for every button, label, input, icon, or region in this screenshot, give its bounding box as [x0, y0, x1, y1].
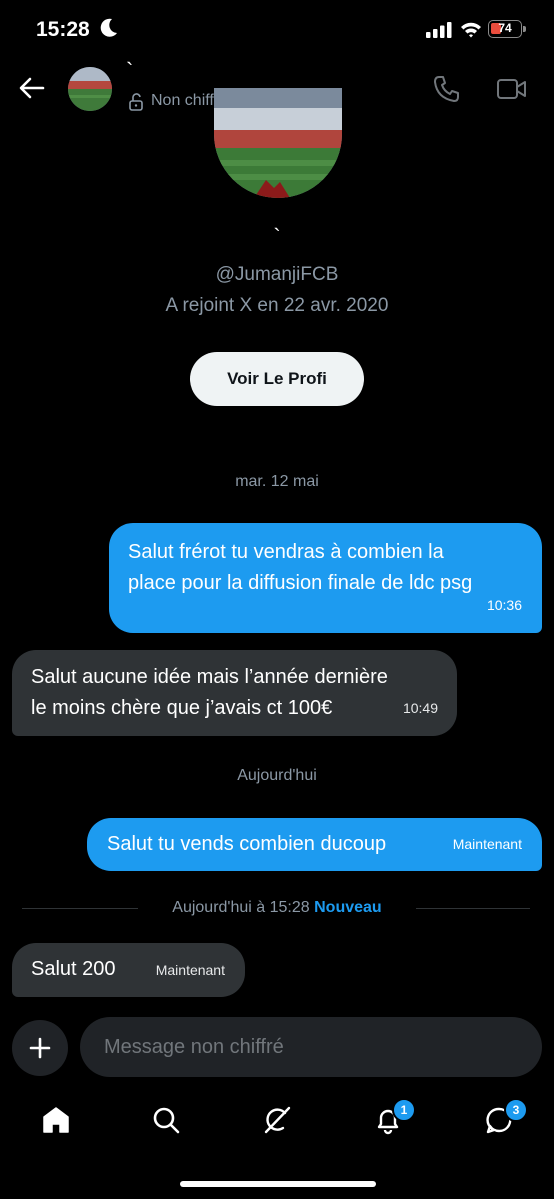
- add-attachment-button[interactable]: [12, 1020, 68, 1076]
- new-divider-time: Aujourd'hui à 15:28: [172, 899, 310, 916]
- plus-icon: [29, 1037, 51, 1059]
- message-incoming[interactable]: Salut aucune idée mais l’année dernière …: [12, 650, 457, 736]
- home-icon: [43, 1107, 69, 1133]
- header-avatar[interactable]: [68, 67, 112, 111]
- message-text-line: place pour la diffusion finale de ldc ps…: [128, 572, 473, 594]
- status-time: 15:28: [36, 18, 90, 41]
- date-separator: Aujourd'hui: [237, 767, 317, 784]
- home-indicator: [180, 1181, 376, 1187]
- video-call-icon[interactable]: [496, 77, 528, 101]
- message-outgoing[interactable]: Salut tu vends combien ducoup Maintenant: [87, 818, 542, 871]
- tab-home[interactable]: [36, 1102, 76, 1138]
- message-time: Maintenant: [452, 836, 522, 852]
- tab-messages[interactable]: 3: [479, 1098, 528, 1138]
- grok-icon: [264, 1106, 291, 1134]
- new-messages-divider: Aujourd'hui à 15:28 Nouveau: [0, 899, 554, 917]
- message-text-line: le moins chère que j’avais ct 100€: [31, 697, 333, 719]
- message-input[interactable]: [102, 1034, 506, 1060]
- profile-avatar[interactable]: [214, 88, 342, 198]
- notifications-badge: 1: [392, 1098, 416, 1122]
- message-time: 10:36: [486, 597, 522, 613]
- battery-indicator: 74: [488, 20, 522, 38]
- profile-name: `: [273, 224, 281, 249]
- message-composer[interactable]: [80, 1017, 542, 1077]
- tab-notifications[interactable]: 1: [368, 1098, 416, 1138]
- message-outgoing[interactable]: Salut frérot tu vendras à combien la pla…: [109, 523, 542, 633]
- new-label: Nouveau: [314, 899, 382, 916]
- battery-nub: [523, 26, 526, 32]
- lock-open-icon: [129, 93, 143, 111]
- battery-level: 74: [498, 21, 512, 35]
- message-time: 10:49: [402, 700, 438, 716]
- view-profile-button[interactable]: Voir Le Profi: [190, 352, 364, 406]
- moon-icon: [100, 18, 117, 37]
- message-text-line: Salut aucune idée mais l’année dernière: [31, 666, 388, 688]
- phone-call-icon[interactable]: [432, 74, 462, 104]
- message-text: Salut tu vends combien ducoup: [107, 833, 387, 855]
- profile-joined-date: A rejoint X en 22 avr. 2020: [165, 295, 389, 316]
- wifi-icon: [461, 22, 481, 38]
- profile-handle: @JumanjiFCB: [215, 264, 339, 285]
- message-incoming[interactable]: Salut 200 Maintenant: [12, 943, 245, 997]
- back-arrow-icon[interactable]: [18, 74, 46, 102]
- tab-grok[interactable]: [257, 1102, 297, 1138]
- message-text-line: Salut frérot tu vendras à combien la: [128, 541, 444, 563]
- header-name: `: [126, 58, 134, 83]
- message-time: Maintenant: [155, 962, 225, 978]
- cellular-signal-icon: [426, 22, 452, 38]
- message-text: Salut 200: [31, 958, 116, 980]
- tab-search[interactable]: [146, 1102, 186, 1138]
- search-icon: [153, 1107, 180, 1134]
- messages-badge: 3: [504, 1098, 528, 1122]
- date-separator: mar. 12 mai: [235, 473, 319, 490]
